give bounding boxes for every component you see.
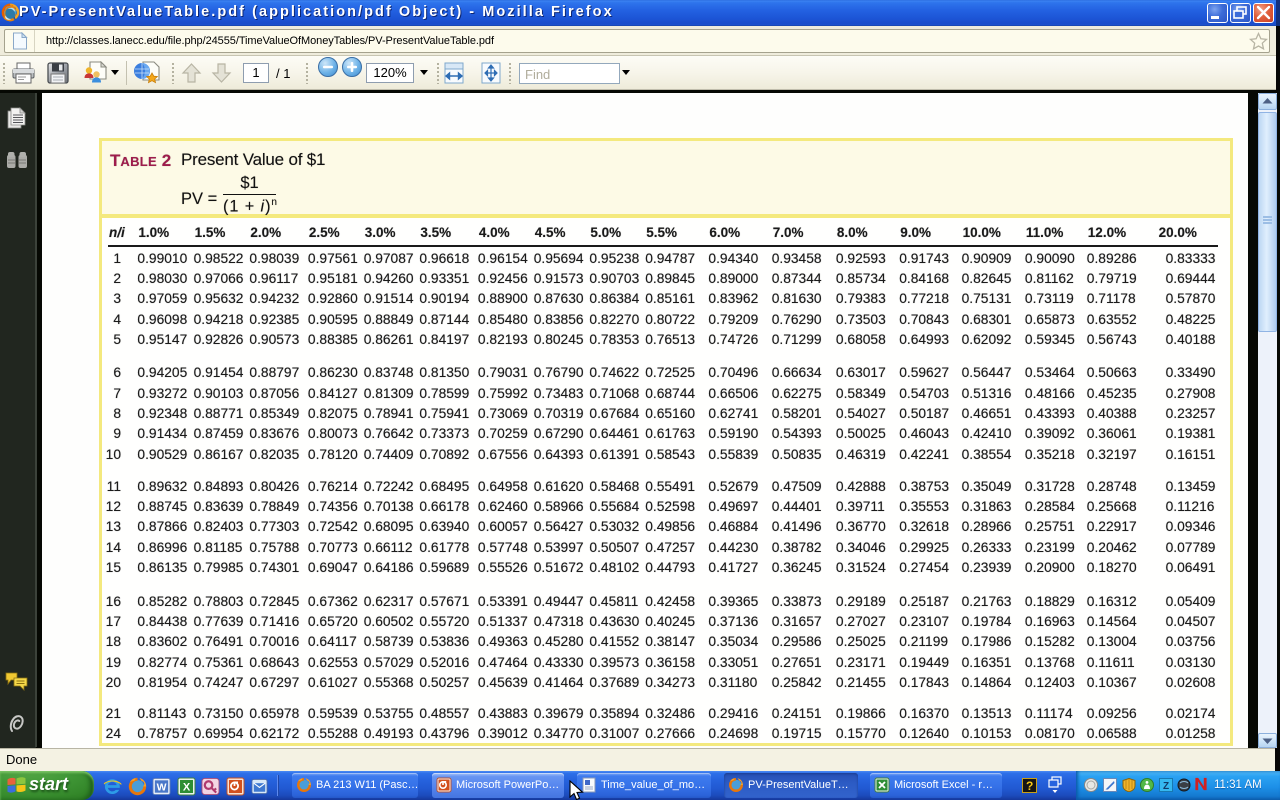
svg-text:X: X bbox=[183, 782, 191, 794]
svg-text:Z: Z bbox=[1163, 781, 1169, 792]
svg-text:W: W bbox=[157, 782, 167, 793]
